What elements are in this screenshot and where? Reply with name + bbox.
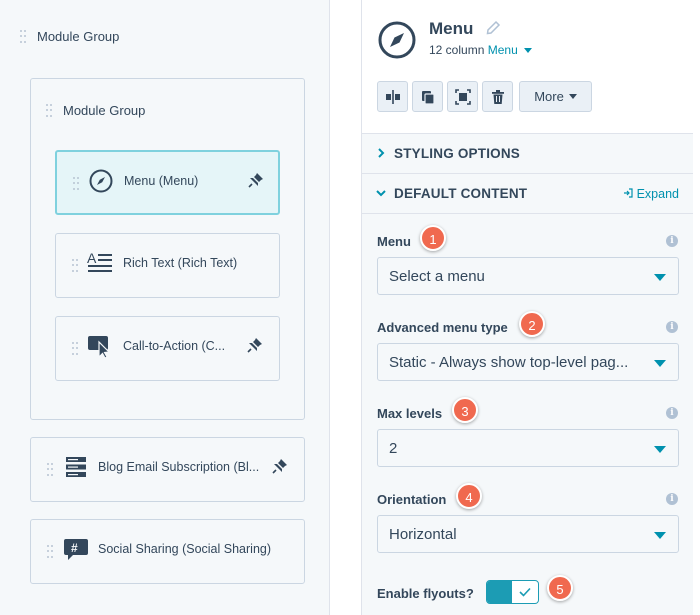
toggle-knob xyxy=(511,581,538,603)
compass-icon xyxy=(378,21,416,59)
module-social-sharing[interactable]: # Social Sharing (Social Sharing) xyxy=(30,519,305,584)
chevron-right-icon xyxy=(378,148,385,158)
compass-icon xyxy=(89,169,113,193)
form-icon xyxy=(66,457,86,477)
max-levels-select[interactable]: 2 xyxy=(377,429,679,467)
menu-select[interactable]: Select a menu xyxy=(377,257,679,295)
info-icon[interactable]: i xyxy=(666,235,678,247)
info-icon[interactable]: i xyxy=(666,407,678,419)
duplicate-icon xyxy=(421,90,435,105)
chevron-down-icon xyxy=(654,360,666,367)
drag-handle-icon[interactable] xyxy=(72,342,78,356)
callout-badge-1: 1 xyxy=(420,225,446,251)
info-icon[interactable]: i xyxy=(666,321,678,333)
module-blog-email-subscription[interactable]: Blog Email Subscription (Bl... xyxy=(30,437,305,502)
svg-text:#: # xyxy=(71,541,78,555)
svg-text:A: A xyxy=(87,250,97,266)
chevron-down-icon[interactable] xyxy=(523,48,532,54)
outer-module-group-label: Module Group xyxy=(37,29,120,44)
expand-icon xyxy=(623,188,633,198)
duplicate-button[interactable] xyxy=(412,81,443,112)
rich-text-icon: A xyxy=(87,250,112,272)
info-icon[interactable]: i xyxy=(666,493,678,505)
inner-module-group-label: Module Group xyxy=(63,103,146,118)
delete-button[interactable] xyxy=(482,81,513,112)
chevron-down-icon xyxy=(654,532,666,539)
chevron-down-icon xyxy=(376,190,386,197)
advanced-menu-type-label: Advanced menu type xyxy=(377,320,508,335)
max-levels-value: 2 xyxy=(389,440,398,457)
advanced-menu-type-select[interactable]: Static - Always show top-level pag... xyxy=(377,343,679,381)
select-button[interactable] xyxy=(447,81,478,112)
module-call-to-action[interactable]: Call-to-Action (C... xyxy=(55,316,280,381)
module-label: Rich Text (Rich Text) xyxy=(123,256,238,270)
orientation-select[interactable]: Horizontal xyxy=(377,515,679,553)
more-dropdown-button[interactable]: More xyxy=(519,81,592,112)
styling-options-title: STYLING OPTIONS xyxy=(394,146,521,161)
chevron-down-icon xyxy=(654,446,666,453)
default-content-title: DEFAULT CONTENT xyxy=(394,186,528,201)
drag-handle-icon[interactable] xyxy=(72,259,78,273)
menu-field-label: Menu xyxy=(377,234,411,249)
enable-flyouts-toggle[interactable] xyxy=(486,580,539,604)
styling-options-section[interactable]: STYLING OPTIONS xyxy=(362,133,693,173)
callout-badge-4: 4 xyxy=(456,483,482,509)
orientation-value: Horizontal xyxy=(389,526,457,543)
callout-badge-2: 2 xyxy=(519,311,545,337)
max-levels-label: Max levels xyxy=(377,406,443,421)
split-icon xyxy=(385,89,400,104)
module-menu[interactable]: Menu (Menu) xyxy=(55,150,280,215)
drag-handle-icon[interactable] xyxy=(47,545,53,559)
advanced-menu-type-value: Static - Always show top-level pag... xyxy=(389,354,629,371)
select-icon xyxy=(454,88,471,105)
drag-handle-icon[interactable] xyxy=(73,177,79,191)
module-settings-panel: Menu 12 column Menu More STYLING OPTIONS… xyxy=(361,0,693,615)
drag-handle-icon[interactable] xyxy=(20,30,26,44)
expand-link[interactable]: Expand xyxy=(623,187,679,201)
callout-badge-3: 3 xyxy=(452,397,478,423)
module-type-dropdown[interactable]: Menu xyxy=(488,43,518,57)
module-label: Social Sharing (Social Sharing) xyxy=(98,542,272,556)
module-rich-text[interactable]: A Rich Text (Rich Text) xyxy=(55,233,280,298)
drag-handle-icon[interactable] xyxy=(47,463,53,477)
module-tree-panel: Module Group Module Group Menu (Menu) A xyxy=(0,0,330,615)
more-label: More xyxy=(534,89,564,104)
hashtag-icon: # xyxy=(64,539,88,560)
pencil-icon[interactable] xyxy=(485,20,501,36)
pin-icon[interactable] xyxy=(272,458,288,474)
chevron-down-icon xyxy=(568,94,577,99)
module-label: Call-to-Action (C... xyxy=(123,339,226,353)
pin-icon[interactable] xyxy=(248,172,264,188)
orientation-label: Orientation xyxy=(377,492,447,507)
module-title: Menu xyxy=(429,19,474,38)
drag-handle-icon[interactable] xyxy=(46,104,52,118)
default-content-fields: Menu i Select a menu Advanced menu type … xyxy=(362,213,693,615)
callout-badge-5: 5 xyxy=(547,575,573,601)
module-subtitle: 12 column Menu xyxy=(429,43,532,57)
default-content-section[interactable]: DEFAULT CONTENT Expand xyxy=(362,173,693,213)
module-label: Menu (Menu) xyxy=(124,174,199,188)
cta-cursor-icon xyxy=(88,336,111,359)
enable-flyouts-label: Enable flyouts? xyxy=(377,586,474,601)
expand-label: Expand xyxy=(636,187,679,201)
column-width-text: 12 column xyxy=(429,43,485,57)
trash-icon xyxy=(491,89,504,104)
inner-module-group[interactable]: Module Group Menu (Menu) A Rich Text (Ri… xyxy=(30,78,305,420)
menu-select-value: Select a menu xyxy=(389,268,485,285)
chevron-down-icon xyxy=(654,274,666,281)
checkmark-icon xyxy=(519,587,531,597)
pin-icon[interactable] xyxy=(247,337,263,353)
module-label: Blog Email Subscription (Bl... xyxy=(98,460,260,474)
split-button[interactable] xyxy=(377,81,408,112)
